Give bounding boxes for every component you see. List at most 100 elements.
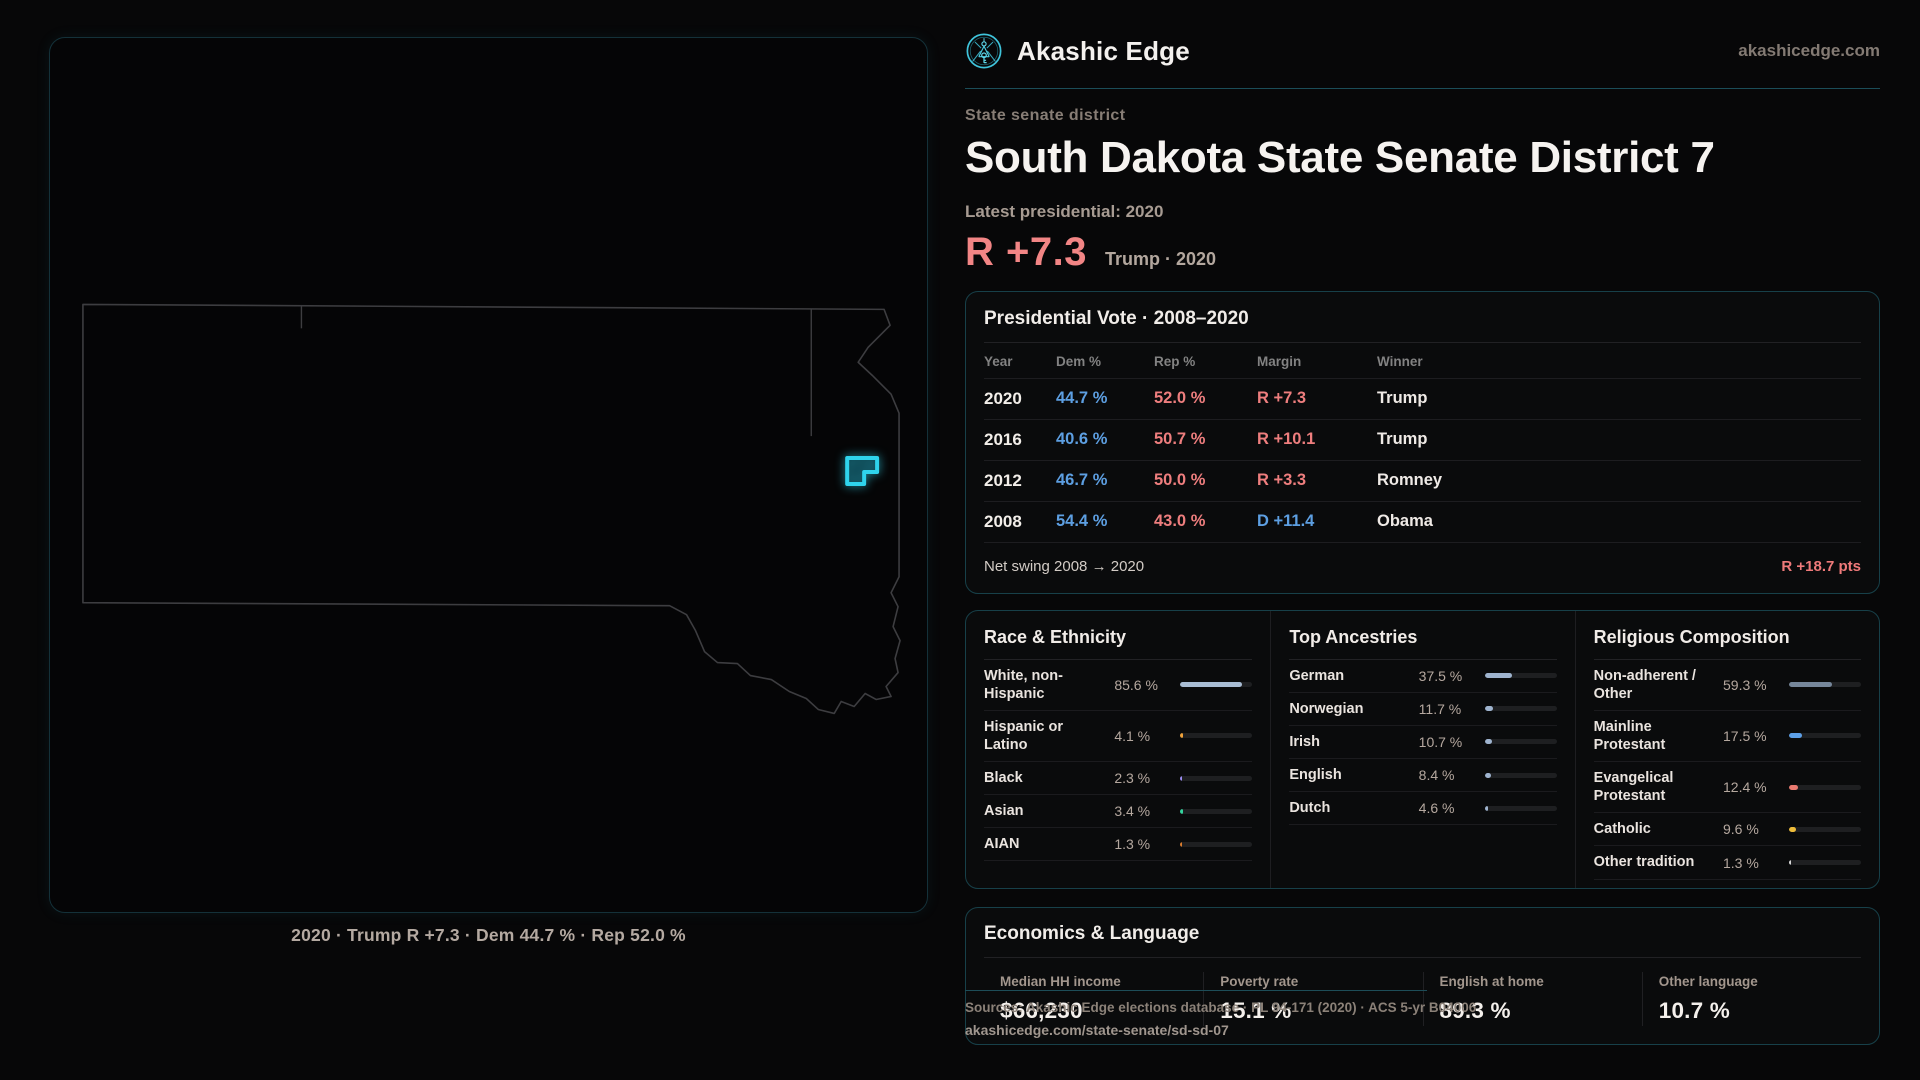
presidential-vote-card: Presidential Vote · 2008–2020 Year Dem %… [965, 290, 1880, 594]
vote-row-2012: 2012 46.7 % 50.0 % R +3.3 Romney [984, 461, 1861, 502]
district-highlight [845, 456, 880, 486]
religion-row-evangelical: Evangelical Protestant 12.4 % [1593, 762, 1861, 814]
ancestry-row-irish: Irish 10.7 % [1289, 726, 1557, 759]
margin-cell: R +3.3 [1257, 471, 1307, 490]
rep-cell: 43.0 % [1154, 512, 1206, 531]
ancestries-panel: Top Ancestries German 37.5 % Norwegian 1… [1270, 610, 1574, 888]
row-label: Irish [1289, 733, 1320, 750]
map-caption: 2020 · Trump R +7.3 · Dem 44.7 % · Rep 5… [291, 925, 686, 945]
row-value: 4.1 % [1114, 727, 1151, 744]
brand-name: Akashic Edge [1017, 35, 1190, 66]
winner-cell: Romney [1377, 471, 1443, 490]
bar-nonadherent [1789, 682, 1832, 688]
demographics-card: Race & Ethnicity White, non-Hispanic 85.… [965, 609, 1880, 889]
dem-cell: 40.6 % [1056, 430, 1108, 449]
economics-card-title: Economics & Language [984, 922, 1200, 944]
page-title: South Dakota State Senate District 7 [965, 133, 1715, 182]
bar-catholic [1789, 826, 1796, 832]
bar-irish [1484, 739, 1493, 745]
latest-presidential-label: Latest presidential: 2020 [965, 201, 1164, 221]
page-footer: Sources: Akashic Edge elections database… [965, 990, 1880, 1040]
bar-hispanic [1180, 733, 1184, 739]
row-value: 37.5 % [1418, 667, 1463, 684]
race-row-black: Black 2.3 % [984, 762, 1253, 796]
footer-divider [965, 990, 1427, 991]
rep-cell: 52.0 % [1154, 389, 1206, 408]
brand-lockup: Akashic Edge [965, 32, 1190, 70]
rep-cell: 50.7 % [1154, 430, 1206, 449]
row-label: Non-adherent / Other [1593, 667, 1696, 702]
col-margin: Margin [1257, 353, 1302, 369]
row-label: Asian [984, 803, 1024, 820]
row-value: 10.7 % [1418, 733, 1463, 750]
religion-row-catholic: Catholic 9.6 % [1593, 813, 1861, 847]
col-dem: Dem % [1056, 353, 1102, 369]
race-row-hispanic: Hispanic or Latino 4.1 % [984, 711, 1253, 763]
race-row-aian: AIAN 1.3 % [984, 828, 1253, 862]
stat-label: English at home [1439, 973, 1544, 989]
row-value: 3.4 % [1114, 803, 1151, 820]
row-label: Other tradition [1593, 854, 1695, 871]
map-panel [49, 37, 928, 913]
vote-card-title: Presidential Vote · 2008–2020 [984, 307, 1249, 329]
bar-evangelical-protestant [1789, 784, 1798, 790]
bar-english [1484, 772, 1491, 778]
bar-track [1789, 860, 1861, 866]
row-value: 1.3 % [1114, 836, 1151, 853]
bar-track [1484, 673, 1557, 679]
bar-aian [1180, 841, 1183, 847]
bar-track [1180, 733, 1253, 739]
year-cell: 2008 [984, 511, 1022, 531]
row-label: Hispanic or Latino [984, 718, 1063, 753]
religion-row-nonadherent: Non-adherent / Other 59.3 % [1593, 660, 1861, 711]
row-label: Mainline Protestant [1593, 718, 1666, 753]
row-label: Black [984, 770, 1023, 787]
bar-track [1484, 772, 1557, 778]
religion-row-mainline: Mainline Protestant 17.5 % [1593, 711, 1861, 763]
bar-white-non-hispanic [1180, 682, 1242, 688]
year-cell: 2012 [984, 470, 1022, 490]
religion-panel-title: Religious Composition [1593, 627, 1861, 660]
race-panel-title: Race & Ethnicity [984, 627, 1253, 660]
bar-asian [1180, 808, 1183, 814]
ancestry-row-english: English 8.4 % [1289, 759, 1557, 793]
ancestries-panel-title: Top Ancestries [1289, 627, 1557, 660]
bar-track [1484, 805, 1557, 811]
state-map [82, 303, 901, 715]
stat-label: Poverty rate [1220, 973, 1299, 989]
row-label: Dutch [1289, 800, 1331, 817]
row-label: Norwegian [1289, 700, 1364, 717]
religion-row-other: Other tradition 1.3 % [1593, 846, 1861, 880]
bar-track [1789, 784, 1861, 790]
brand-logo-icon [965, 32, 1003, 70]
race-ethnicity-panel: Race & Ethnicity White, non-Hispanic 85.… [966, 611, 1270, 888]
row-value: 85.6 % [1114, 676, 1158, 693]
net-swing-label: Net swing 2008 → 2020 [984, 557, 1145, 575]
row-value: 1.3 % [1723, 854, 1759, 871]
margin-cell: D +11.4 [1257, 512, 1315, 531]
headline-margin: R +7.3 [965, 229, 1087, 274]
permalink[interactable]: akashicedge.com/state-senate/sd-sd-07 [965, 1022, 1229, 1038]
brand-domain-link[interactable]: akashicedge.com [1738, 41, 1880, 61]
bar-black [1180, 775, 1183, 781]
brand-header: Akashic Edge akashicedge.com [965, 30, 1880, 72]
row-value: 17.5 % [1723, 727, 1767, 744]
vote-row-2020: 2020 44.7 % 52.0 % R +7.3 Trump [984, 379, 1861, 420]
ancestry-row-dutch: Dutch 4.6 % [1289, 792, 1557, 826]
bar-other-tradition [1789, 860, 1791, 866]
margin-cell: R +10.1 [1257, 430, 1316, 449]
bar-track [1180, 808, 1253, 814]
year-cell: 2020 [984, 388, 1022, 408]
dem-cell: 54.4 % [1056, 512, 1108, 531]
stat-label: Other language [1658, 973, 1758, 989]
row-value: 2.3 % [1114, 770, 1151, 787]
winner-cell: Trump [1377, 389, 1428, 408]
bar-german [1484, 673, 1512, 679]
bar-mainline-protestant [1789, 733, 1802, 739]
bar-track [1789, 826, 1861, 832]
report-column: Akashic Edge akashicedge.com State senat… [965, 0, 1880, 1045]
vote-row-2016: 2016 40.6 % 50.7 % R +10.1 Trump [984, 420, 1861, 461]
ancestry-row-german: German 37.5 % [1289, 660, 1557, 693]
row-label: Evangelical Protestant [1593, 770, 1674, 805]
net-swing-row: Net swing 2008 → 2020 R +18.7 pts [966, 543, 1879, 579]
